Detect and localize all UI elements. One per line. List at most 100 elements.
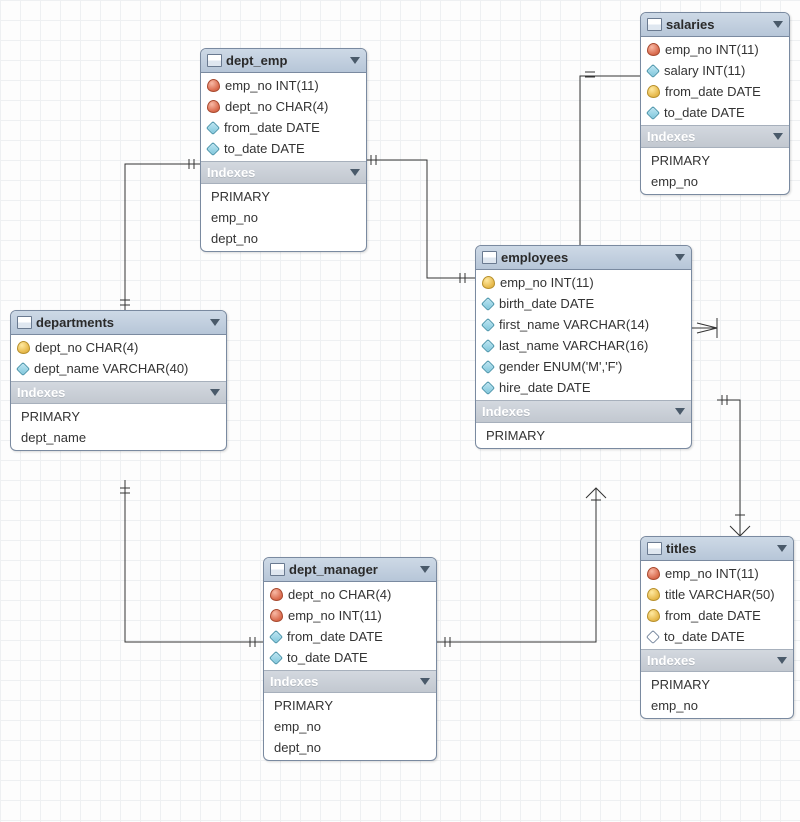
table-icon	[482, 251, 497, 264]
column-title[interactable]: title VARCHAR(50)	[641, 584, 793, 605]
index-item[interactable]: PRIMARY	[641, 674, 793, 695]
entity-employees[interactable]: employees emp_no INT(11) birth_date DATE…	[475, 245, 692, 449]
chevron-down-icon[interactable]	[675, 408, 685, 415]
table-icon	[207, 54, 222, 67]
table-icon	[647, 542, 662, 555]
indexes-header[interactable]: Indexes	[201, 161, 366, 184]
column-from-date[interactable]: from_date DATE	[201, 117, 366, 138]
entity-dept-emp[interactable]: dept_emp emp_no INT(11) dept_no CHAR(4) …	[200, 48, 367, 252]
diamond-icon	[646, 105, 660, 119]
column-to-date[interactable]: to_date DATE	[641, 626, 793, 647]
indexes-header[interactable]: Indexes	[641, 649, 793, 672]
column-dept-no[interactable]: dept_no CHAR(4)	[201, 96, 366, 117]
entity-title: titles	[666, 541, 773, 556]
index-item[interactable]: PRIMARY	[11, 406, 226, 427]
indexes-list: PRIMARY dept_name	[11, 404, 226, 450]
columns-list: dept_no CHAR(4) dept_name VARCHAR(40)	[11, 335, 226, 381]
key-icon	[647, 85, 660, 98]
column-last-name[interactable]: last_name VARCHAR(16)	[476, 335, 691, 356]
indexes-list: PRIMARY	[476, 423, 691, 448]
column-dept-no[interactable]: dept_no CHAR(4)	[264, 584, 436, 605]
index-item[interactable]: PRIMARY	[201, 186, 366, 207]
chevron-down-icon[interactable]	[350, 169, 360, 176]
key-icon	[17, 341, 30, 354]
diamond-icon	[481, 380, 495, 394]
entity-departments[interactable]: departments dept_no CHAR(4) dept_name VA…	[10, 310, 227, 451]
chevron-down-icon[interactable]	[210, 389, 220, 396]
diamond-icon	[206, 120, 220, 134]
entity-header[interactable]: salaries	[641, 13, 789, 37]
column-dept-no[interactable]: dept_no CHAR(4)	[11, 337, 226, 358]
indexes-header[interactable]: Indexes	[264, 670, 436, 693]
column-emp-no[interactable]: emp_no INT(11)	[476, 272, 691, 293]
column-emp-no[interactable]: emp_no INT(11)	[641, 563, 793, 584]
entity-header[interactable]: employees	[476, 246, 691, 270]
entity-title: salaries	[666, 17, 769, 32]
key-icon	[207, 79, 220, 92]
chevron-down-icon[interactable]	[777, 657, 787, 664]
entity-title: dept_emp	[226, 53, 346, 68]
column-from-date[interactable]: from_date DATE	[264, 626, 436, 647]
column-to-date[interactable]: to_date DATE	[641, 102, 789, 123]
column-gender[interactable]: gender ENUM('M','F')	[476, 356, 691, 377]
index-item[interactable]: emp_no	[264, 716, 436, 737]
column-dept-name[interactable]: dept_name VARCHAR(40)	[11, 358, 226, 379]
entity-header[interactable]: titles	[641, 537, 793, 561]
diamond-icon	[481, 338, 495, 352]
chevron-down-icon[interactable]	[420, 566, 430, 573]
index-item[interactable]: PRIMARY	[476, 425, 691, 446]
entity-titles[interactable]: titles emp_no INT(11) title VARCHAR(50) …	[640, 536, 794, 719]
indexes-header[interactable]: Indexes	[11, 381, 226, 404]
key-icon	[647, 588, 660, 601]
index-item[interactable]: dept_name	[11, 427, 226, 448]
chevron-down-icon[interactable]	[773, 21, 783, 28]
table-icon	[270, 563, 285, 576]
indexes-list: PRIMARY emp_no	[641, 672, 793, 718]
chevron-down-icon[interactable]	[210, 319, 220, 326]
key-icon	[207, 100, 220, 113]
diamond-icon	[269, 629, 283, 643]
index-item[interactable]: PRIMARY	[264, 695, 436, 716]
diamond-icon	[646, 63, 660, 77]
column-emp-no[interactable]: emp_no INT(11)	[264, 605, 436, 626]
diamond-icon	[16, 361, 30, 375]
entity-header[interactable]: dept_emp	[201, 49, 366, 73]
column-salary[interactable]: salary INT(11)	[641, 60, 789, 81]
column-from-date[interactable]: from_date DATE	[641, 605, 793, 626]
column-hire-date[interactable]: hire_date DATE	[476, 377, 691, 398]
indexes-list: PRIMARY emp_no	[641, 148, 789, 194]
columns-list: dept_no CHAR(4) emp_no INT(11) from_date…	[264, 582, 436, 670]
index-item[interactable]: dept_no	[201, 228, 366, 249]
chevron-down-icon[interactable]	[350, 57, 360, 64]
column-emp-no[interactable]: emp_no INT(11)	[641, 39, 789, 60]
column-birth-date[interactable]: birth_date DATE	[476, 293, 691, 314]
index-item[interactable]: emp_no	[201, 207, 366, 228]
entity-title: dept_manager	[289, 562, 416, 577]
column-to-date[interactable]: to_date DATE	[264, 647, 436, 668]
index-item[interactable]: emp_no	[641, 171, 789, 192]
diamond-icon	[206, 141, 220, 155]
entity-title: employees	[501, 250, 671, 265]
index-item[interactable]: dept_no	[264, 737, 436, 758]
chevron-down-icon[interactable]	[420, 678, 430, 685]
table-icon	[17, 316, 32, 329]
entity-header[interactable]: departments	[11, 311, 226, 335]
column-emp-no[interactable]: emp_no INT(11)	[201, 75, 366, 96]
index-item[interactable]: PRIMARY	[641, 150, 789, 171]
diamond-icon	[481, 359, 495, 373]
indexes-header[interactable]: Indexes	[641, 125, 789, 148]
indexes-header[interactable]: Indexes	[476, 400, 691, 423]
table-icon	[647, 18, 662, 31]
column-from-date[interactable]: from_date DATE	[641, 81, 789, 102]
column-first-name[interactable]: first_name VARCHAR(14)	[476, 314, 691, 335]
entity-salaries[interactable]: salaries emp_no INT(11) salary INT(11) f…	[640, 12, 790, 195]
chevron-down-icon[interactable]	[777, 545, 787, 552]
columns-list: emp_no INT(11) birth_date DATE first_nam…	[476, 270, 691, 400]
chevron-down-icon[interactable]	[773, 133, 783, 140]
diamond-icon	[269, 650, 283, 664]
entity-dept-manager[interactable]: dept_manager dept_no CHAR(4) emp_no INT(…	[263, 557, 437, 761]
entity-header[interactable]: dept_manager	[264, 558, 436, 582]
chevron-down-icon[interactable]	[675, 254, 685, 261]
column-to-date[interactable]: to_date DATE	[201, 138, 366, 159]
index-item[interactable]: emp_no	[641, 695, 793, 716]
